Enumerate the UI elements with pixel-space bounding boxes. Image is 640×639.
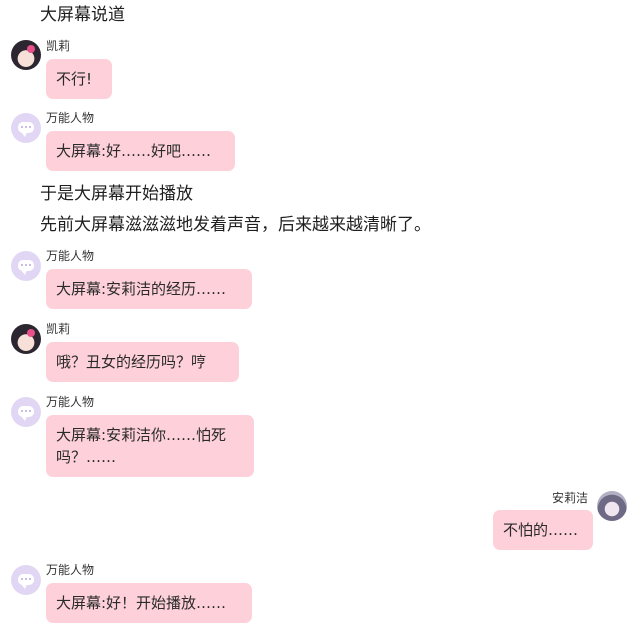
speaker-name: 万能人物 [46,395,95,409]
kaili-avatar[interactable] [11,324,41,354]
anrijie-avatar[interactable] [597,491,627,521]
message-bubble[interactable]: 哦？丑女的经历吗？哼 [46,342,239,382]
message-bubble[interactable]: 大屏幕:安莉洁你……怕死吗？…… [46,415,254,477]
flower-icon [27,329,35,337]
narration-line: 先前大屏幕滋滋滋地发着声音，后来越来越清晰了。 [40,215,431,235]
speaker-name: 万能人物 [46,111,95,125]
kaili-avatar[interactable] [11,40,41,70]
speaker-name: 万能人物 [46,563,95,577]
speaker-name: 万能人物 [46,249,95,263]
message-bubble[interactable]: 大屏幕:好！开始播放…… [46,583,252,623]
chat-bot-avatar-icon[interactable] [11,397,41,427]
message-bubble[interactable]: 不怕的…… [493,510,593,550]
chat-bot-avatar-icon[interactable] [11,113,41,143]
chat-bot-avatar-icon[interactable] [11,251,41,281]
narration-line: 大屏幕说道 [40,5,125,25]
message-bubble[interactable]: 大屏幕:好……好吧…… [46,131,235,171]
speaker-name: 安莉洁 [552,491,589,505]
flower-icon [27,45,35,53]
message-bubble[interactable]: 不行! [46,59,112,99]
chat-bot-avatar-icon[interactable] [11,565,41,595]
speaker-name: 凯莉 [46,322,71,336]
narration-line: 于是大屏幕开始播放 [40,184,193,204]
message-bubble[interactable]: 大屏幕:安莉洁的经历…… [46,269,252,309]
speaker-name: 凯莉 [46,39,71,53]
